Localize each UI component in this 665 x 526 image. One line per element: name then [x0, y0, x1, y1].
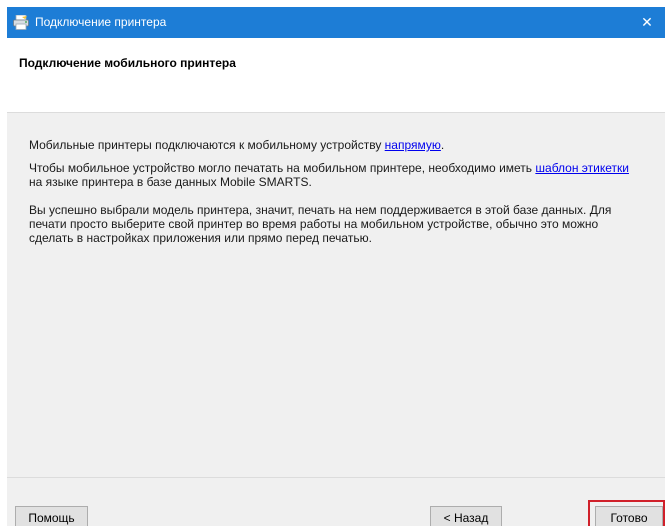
- wizard-content: Мобильные принтеры подключаются к мобиль…: [7, 113, 665, 477]
- wizard-header: Подключение мобильного принтера: [7, 38, 665, 113]
- direct-link[interactable]: напрямую: [385, 138, 441, 152]
- p1-end: .: [440, 138, 445, 152]
- window-title: Подключение принтера: [35, 15, 167, 29]
- info-paragraph-template: Чтобы мобильное устройство могло печатат…: [29, 161, 639, 189]
- info-paragraph-connection: Мобильные принтеры подключаются к мобиль…: [29, 138, 639, 152]
- wizard-window: Подключение принтера ✕ Подключение мобил…: [7, 7, 665, 526]
- title-bar[interactable]: Подключение принтера ✕: [7, 7, 665, 38]
- p2-end: на языке принтера в базе данных Mobile S…: [29, 175, 312, 189]
- done-button[interactable]: Готово: [595, 506, 663, 526]
- page-title: Подключение мобильного принтера: [19, 56, 236, 70]
- help-button[interactable]: Помощь: [15, 506, 88, 526]
- p1-text: Мобильные принтеры подключаются к мобиль…: [29, 138, 385, 152]
- close-button[interactable]: ✕: [629, 7, 665, 38]
- back-button[interactable]: < Назад: [430, 506, 502, 526]
- label-template-link[interactable]: шаблон этикетки: [535, 161, 629, 175]
- p2-text: Чтобы мобильное устройство могло печатат…: [29, 161, 536, 175]
- printer-wizard-icon: [13, 15, 29, 30]
- wizard-footer: Помощь < Назад Готово: [7, 477, 665, 526]
- close-icon: ✕: [641, 14, 653, 30]
- info-paragraph-success: Вы успешно выбрали модель принтера, знач…: [29, 203, 612, 245]
